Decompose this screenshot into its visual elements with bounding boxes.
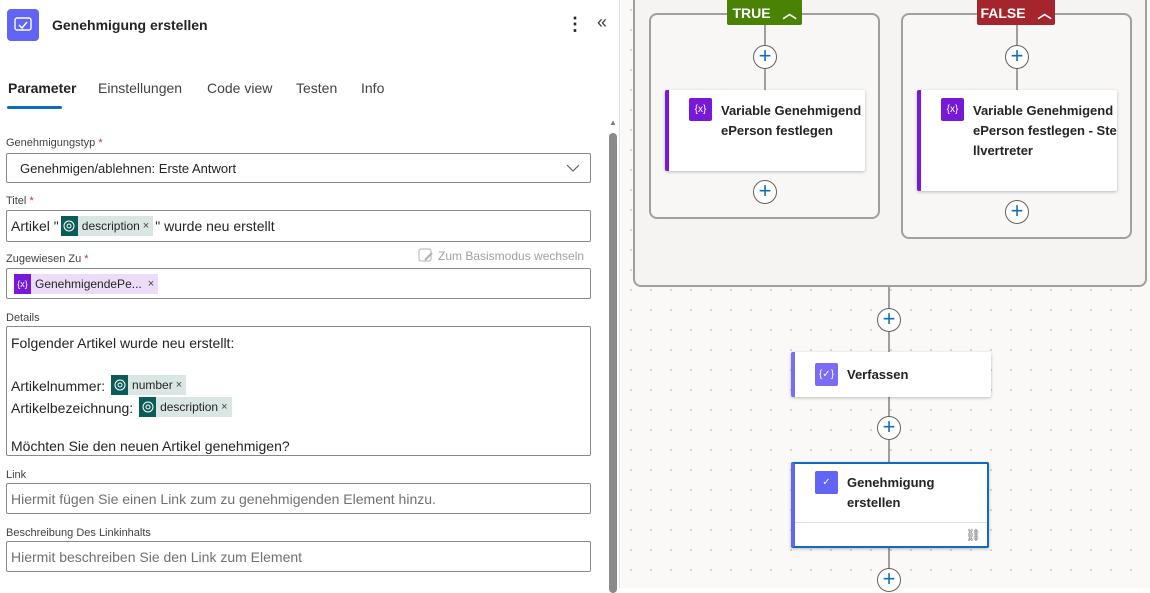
number-token[interactable]: number × [111,375,187,396]
remove-token-icon[interactable]: × [221,397,227,418]
remove-token-icon[interactable]: × [176,375,182,396]
collapse-panel-icon[interactable]: « [597,12,607,33]
card-title: Variable GenehmigendePerson festlegen [721,103,862,138]
add-step-button[interactable]: + [877,568,901,592]
approval-type-value: Genehmigen/ablehnen: Erste Antwort [20,160,237,176]
variable-token[interactable]: {x} GenehmigendePe... × [14,273,159,294]
link-description-placeholder: Hiermit beschreiben Sie den Link zum Ele… [11,548,303,565]
tab-testen[interactable]: Testen [296,80,337,96]
variable-icon: {x} [14,273,31,294]
token-label: number [132,377,173,392]
dataverse-icon [139,397,157,417]
link-description-label: Beschreibung Des Linkinhalts [6,527,151,539]
details-line: Folgender Artikel wurde neu erstellt: [11,335,235,351]
description-token[interactable]: description × [60,216,154,236]
token-label: description [160,399,219,414]
true-variable-card[interactable]: {x} Variable GenehmigendePerson festlege… [665,90,865,171]
assigned-label: Zugewiesen Zu * [6,253,89,265]
tab-einstellungen[interactable]: Einstellungen [98,80,182,96]
false-branch-tag[interactable]: FALSE ︿ [977,0,1055,25]
link-icon[interactable]: ⛓ [966,528,981,542]
card-title: Genehmigung erstellen [847,475,935,510]
add-step-button[interactable]: + [1005,200,1029,224]
approval-icon [7,9,39,41]
add-step-button[interactable]: + [753,45,777,69]
remove-token-icon[interactable]: × [148,278,154,290]
details-line: Artikelbezeichnung: [11,400,134,416]
tab-code-view[interactable]: Code view [207,80,272,96]
true-branch-tag[interactable]: TRUE ︿ [727,0,802,25]
compose-card[interactable]: {✓} Verfassen [791,352,991,397]
title-input[interactable]: Artikel " description × " wurde neu erste… [6,210,591,242]
link-input[interactable]: Hiermit fügen Sie einen Link zum zu gene… [6,483,591,514]
details-line: Möchten Sie den neuen Artikel genehmigen… [11,438,290,454]
chevron-up-icon: ︿ [1037,4,1052,21]
scroll-up-icon[interactable]: ▲ [609,118,617,127]
remove-token-icon[interactable]: × [143,220,149,232]
edit-icon [418,248,433,262]
panel-title: Genehmigung erstellen [52,17,208,33]
flow-canvas: TRUE ︿ + {x} Variable GenehmigendePerson … [621,0,1150,592]
approval-type-dropdown[interactable]: Genehmigen/ablehnen: Erste Antwort [6,153,591,183]
details-label: Details [6,312,40,324]
details-textarea[interactable]: Folgender Artikel wurde neu erstellt: Ar… [6,326,591,456]
more-options-icon[interactable]: ⋮ [566,14,584,35]
false-variable-card[interactable]: {x} Variable GenehmigendePerson festlege… [917,90,1117,191]
compose-icon: {✓} [815,363,838,386]
link-description-input[interactable]: Hiermit beschreiben Sie den Link zum Ele… [6,541,591,572]
dataverse-icon [111,375,129,395]
chevron-up-icon: ︿ [782,4,797,21]
tab-info[interactable]: Info [361,80,384,96]
add-step-button[interactable]: + [877,416,901,440]
scrollbar-thumb[interactable] [609,133,617,593]
card-divider [795,522,987,523]
approval-type-label: Genehmigungstyp * [6,137,103,149]
link-placeholder: Hiermit fügen Sie einen Link zum zu gene… [11,490,436,507]
true-label: TRUE [732,4,771,21]
assigned-input[interactable]: {x} GenehmigendePe... × [6,268,591,299]
variable-icon: {x} [941,98,964,121]
title-prefix: Artikel " [11,218,59,234]
action-details-panel: Genehmigung erstellen ⋮ « Parameter Eins… [0,0,620,593]
basic-mode-label: Zum Basismodus wechseln [438,248,585,263]
active-tab-indicator [7,106,62,109]
token-label: description [81,219,140,233]
add-step-button[interactable]: + [753,180,777,204]
details-line: Artikelnummer: [11,378,106,394]
add-step-button[interactable]: + [1005,45,1029,69]
add-step-button[interactable]: + [877,308,901,332]
description-token[interactable]: description × [139,397,232,418]
approval-icon: ✓ [815,471,838,494]
chevron-down-icon [566,164,580,172]
false-label: FALSE [980,4,1026,21]
tab-parameter[interactable]: Parameter [8,80,77,96]
link-label: Link [6,469,27,481]
title-suffix: " wurde neu erstellt [155,218,275,234]
card-title: Verfassen [847,367,909,382]
card-title: Variable GenehmigendePerson festlegen - … [973,103,1117,158]
dataverse-icon [60,216,78,236]
title-label: Titel * [6,195,34,207]
approval-card-selected[interactable]: ✓ Genehmigung erstellen ⛓ [791,462,989,548]
basic-mode-switch[interactable]: Zum Basismodus wechseln [418,248,584,263]
variable-icon: {x} [689,98,712,121]
token-label: GenehmigendePe... [35,276,142,291]
